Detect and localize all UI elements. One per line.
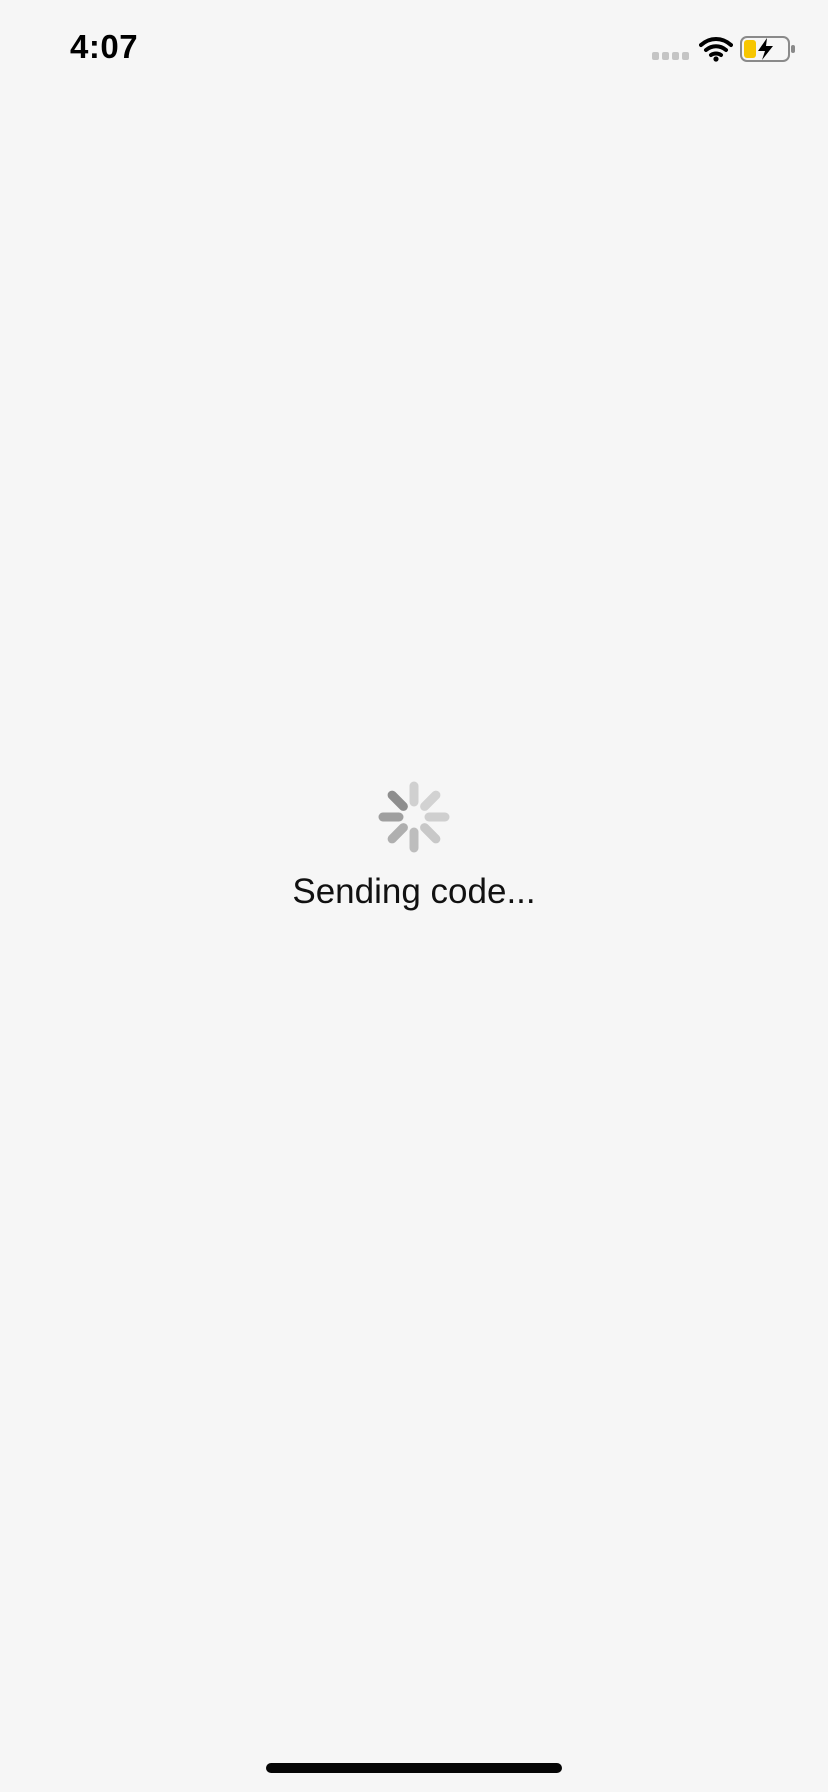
loading-message: Sending code... bbox=[292, 872, 536, 911]
loading-overlay: Sending code... bbox=[0, 780, 828, 912]
no-signal-dots-icon bbox=[652, 52, 689, 60]
home-indicator[interactable] bbox=[266, 1763, 562, 1773]
wifi-icon bbox=[699, 37, 733, 62]
battery-charging-icon bbox=[740, 36, 795, 62]
status-bar: 4:07 bbox=[0, 0, 828, 100]
status-time: 4:07 bbox=[70, 28, 139, 65]
activity-spinner-icon bbox=[378, 781, 450, 853]
